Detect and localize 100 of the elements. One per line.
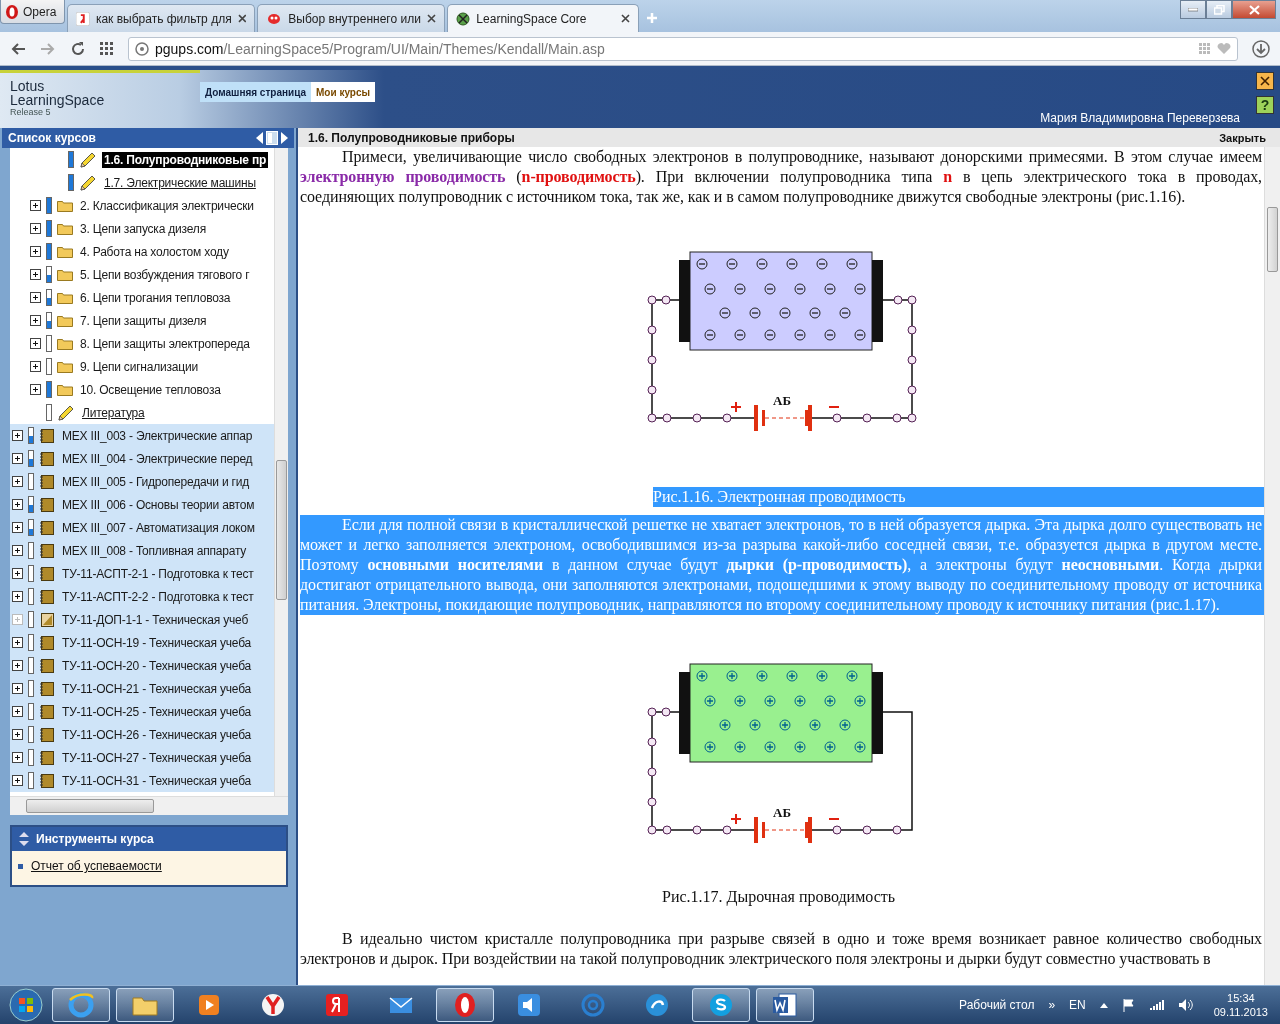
language-indicator[interactable]: EN: [1069, 998, 1086, 1012]
download-button[interactable]: [1252, 39, 1270, 58]
chapter-item[interactable]: 10. Освещение тепловоза: [78, 381, 223, 398]
figure-caption: Рис.1.17. Дырочная проводимость: [662, 887, 896, 907]
vertical-scrollbar[interactable]: [1264, 147, 1280, 985]
expand-icon[interactable]: [12, 775, 23, 786]
expand-icon[interactable]: [30, 361, 41, 372]
folder-icon: [57, 383, 73, 396]
expand-icon[interactable]: [12, 476, 23, 487]
expand-icon[interactable]: [12, 568, 23, 579]
expand-icon[interactable]: [12, 729, 23, 740]
close-button[interactable]: [1232, 0, 1276, 19]
vertical-scrollbar[interactable]: [274, 148, 288, 796]
expand-icon[interactable]: [30, 246, 41, 257]
book-icon: [39, 519, 55, 536]
expand-icon[interactable]: [12, 637, 23, 648]
lesson-link[interactable]: 1.7. Электрические машины: [102, 174, 258, 191]
clock[interactable]: 15:34 09.11.2013: [1207, 991, 1274, 1019]
volume-icon: [1177, 998, 1194, 1012]
expand-icon[interactable]: [12, 591, 23, 602]
body-paragraph: В идеально чистом кристалле полупроводника при разрыве связей в одно и тоже время возникает равное количество свободных электронов и дырок. При воздействии на такой полупроводник электрического поля электроны и дырки будут совместно участвовать в: [300, 929, 1263, 969]
expand-icon[interactable]: [12, 683, 23, 694]
close-icon: [1260, 76, 1270, 86]
folder-icon: [57, 222, 73, 235]
panel-icon: [266, 131, 278, 145]
expand-icon[interactable]: [12, 430, 23, 441]
book-icon: [39, 634, 55, 651]
chapter-item[interactable]: 4. Работа на холостом ходу: [78, 243, 231, 260]
expand-icon[interactable]: [30, 223, 41, 234]
close-icon: [237, 14, 247, 23]
expand-icon[interactable]: [12, 706, 23, 717]
chapter-item[interactable]: 7. Цепи защиты дизеля: [78, 312, 209, 329]
book-icon: [39, 450, 55, 467]
expand-icon[interactable]: [12, 499, 23, 510]
nav-tab[interactable]: Домашняя страница: [200, 82, 312, 102]
globe-icon: [135, 41, 149, 56]
lesson-link[interactable]: Литература: [80, 404, 147, 421]
nav-tab[interactable]: Мои курсы: [311, 82, 376, 102]
expand-icon[interactable]: [12, 752, 23, 763]
chapter-item[interactable]: 5. Цепи возбуждения тягового г: [78, 266, 252, 283]
reload-button[interactable]: [70, 40, 86, 57]
battery-label: АБ: [773, 805, 791, 820]
windows-logo-icon: [9, 988, 43, 1022]
minimize-icon: [1188, 7, 1198, 12]
taskbar-app-button[interactable]: [116, 988, 174, 1022]
browser-menu-button[interactable]: Opera: [0, 0, 66, 24]
expand-icon[interactable]: [30, 338, 41, 349]
expand-icon[interactable]: [12, 660, 23, 671]
book-icon: [39, 657, 55, 674]
back-button[interactable]: [10, 41, 26, 56]
expand-icon[interactable]: [30, 384, 41, 395]
chapter-item[interactable]: 8. Цепи защиты электропереда: [78, 335, 252, 352]
start-button[interactable]: [6, 987, 46, 1023]
body-paragraph: Если для полной связи в кристаллической решетке не хватает электронов, то в ней образуется дырка. Эта дырка долго существовать не может и легко заполняется электроном, освободившимся из-за разрыва какой-либо соседней связи, т.е. образуется дырка в другом месте. Поэтому основными носителями в данном случае будут дырки (р-проводимость), а электроны будут неосновными. Когда дырки достигают отрицательного вывода, они заполняются электронами, подошедшими к этому выводу по соединительному проводу от источника питания. Электроны, покидающие полупроводник, направляются по второму соединительному проводу к источнику питания (рис.1.17).: [300, 515, 1264, 615]
folder-icon: [57, 337, 73, 350]
browser-tab[interactable]: Выбор внутреннего или: [257, 4, 446, 32]
folder-icon: [57, 314, 73, 327]
book-icon: [39, 473, 55, 490]
report-link[interactable]: Отчет об успеваемости: [31, 859, 162, 873]
minimize-button[interactable]: [1180, 0, 1206, 19]
grid-button[interactable]: [100, 41, 114, 56]
chapter-item[interactable]: 9. Цепи сигнализации: [78, 358, 200, 375]
figure-caption: Рис.1.16. Электронная проводимость: [653, 487, 1264, 507]
taskbar-app-button[interactable]: [436, 988, 494, 1022]
expand-icon[interactable]: [30, 292, 41, 303]
browser-tab[interactable]: LearningSpace Core: [447, 4, 640, 32]
expand-icon[interactable]: [30, 200, 41, 211]
expand-icon[interactable]: [12, 453, 23, 464]
chapter-item[interactable]: 6. Цепи трогания тепловоза: [78, 289, 233, 306]
pencil-icon: [57, 403, 75, 422]
chapter-item[interactable]: 3. Цепи запуска дизеля: [78, 220, 208, 237]
address-field[interactable]: pgups.com/LearningSpace5/Program/UI/Main/Themes/Kendall/Main.asp: [128, 36, 1238, 61]
body-paragraph: Примеси, увеличивающие число свободных электронов в полупроводнике, называют донорскими примесями. В этом случае имеем электронную проводимость (n-проводимость). При включении полупроводника типа n в цепь электрического тока в проводах, соединяющих полупроводник с источником тока, так же, как и в самом полупроводнике движутся свободные электроны (рис.1.16).: [300, 147, 1263, 207]
book-icon: [39, 680, 55, 697]
close-icon: [621, 14, 631, 23]
help-button[interactable]: ?: [1256, 96, 1274, 114]
close-link[interactable]: Закрыть: [1219, 131, 1266, 144]
taskbar-app-button[interactable]: [756, 988, 814, 1022]
reload-icon: [70, 40, 86, 57]
expand-icon[interactable]: [30, 315, 41, 326]
taskbar-app-button[interactable]: [692, 988, 750, 1022]
browser-tab[interactable]: как выбрать фильтр для: [67, 4, 256, 32]
expand-icon[interactable]: [30, 269, 41, 280]
pencil-icon: [79, 173, 97, 192]
desktop-toolbar-label[interactable]: Рабочий стол: [959, 998, 1035, 1012]
chapter-item[interactable]: 2. Классификация электрически: [78, 197, 256, 214]
pencil-icon: [79, 150, 97, 169]
bullet-icon: [18, 863, 23, 869]
expand-icon[interactable]: [12, 522, 23, 533]
expand-icon[interactable]: [12, 545, 23, 556]
panel-title: Инструменты курса: [36, 832, 154, 846]
lesson-link[interactable]: 1.6. Полупроводниковые пр: [102, 151, 269, 168]
download-icon: [1252, 39, 1270, 58]
taskbar-app-button[interactable]: [52, 988, 110, 1022]
horizontal-scrollbar[interactable]: [10, 796, 288, 815]
toolbar-expand[interactable]: »: [1048, 998, 1056, 1012]
user-name: Мария Владимировна Переверзева: [1040, 111, 1240, 127]
close-button[interactable]: [1256, 72, 1274, 90]
book-icon: [39, 542, 55, 559]
restore-button[interactable]: [1206, 0, 1232, 19]
